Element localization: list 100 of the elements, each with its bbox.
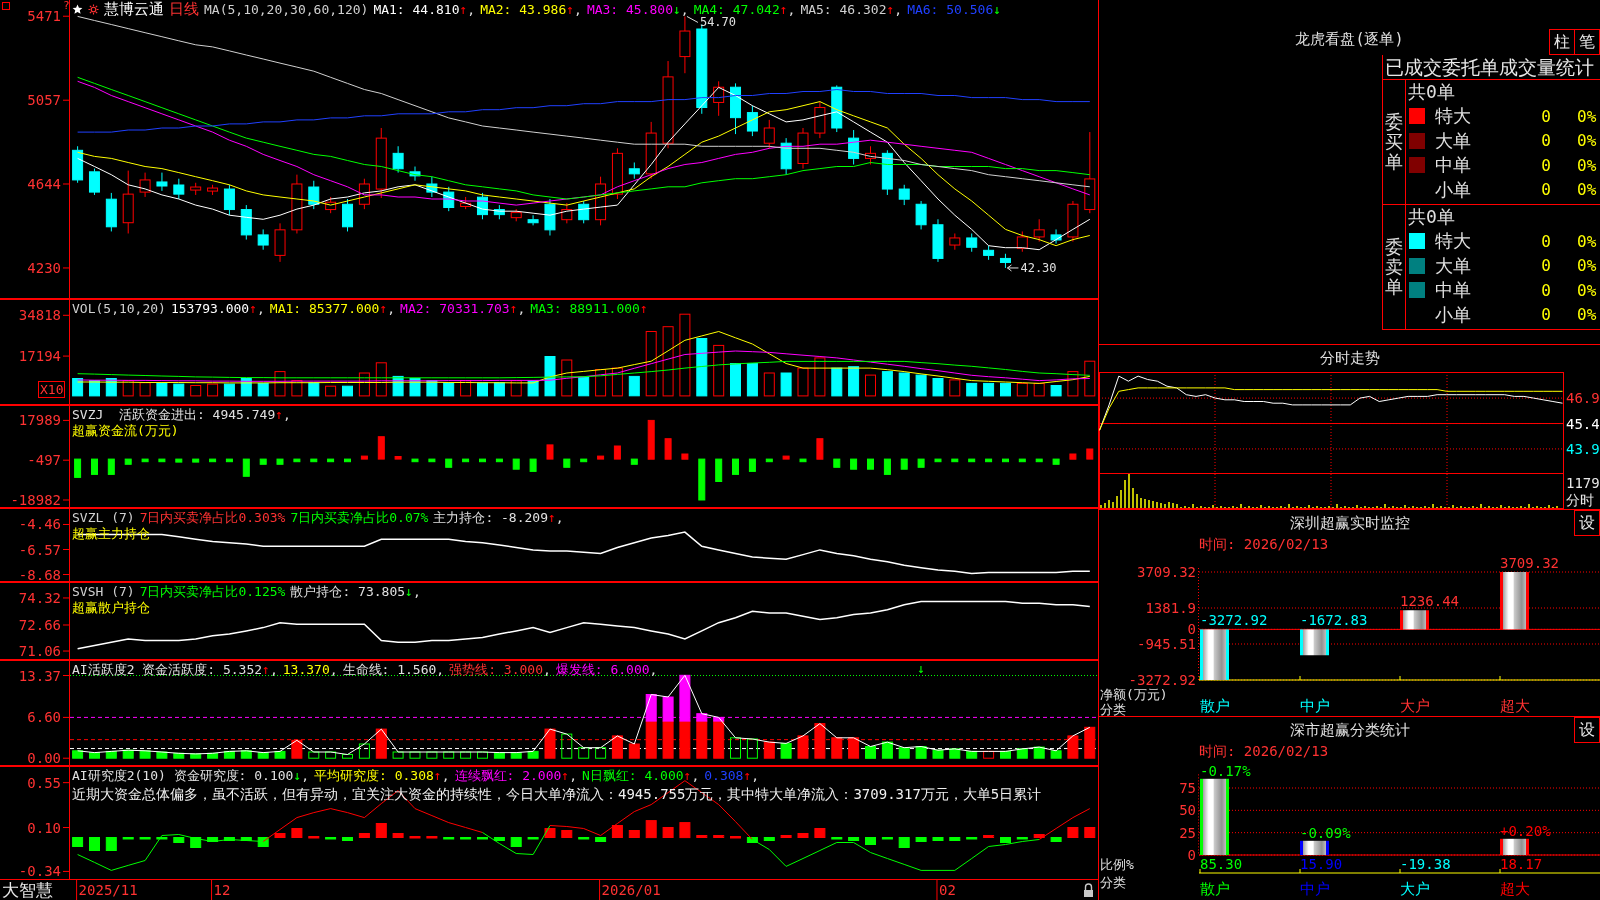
mode-button[interactable]: 柱 bbox=[1549, 29, 1575, 55]
candle bbox=[173, 178, 185, 200]
bar-value: -1672.83 bbox=[1300, 612, 1368, 629]
legend-value: MA3: 88911.000 bbox=[530, 301, 640, 316]
legend-value: 散户持仓: 73.805 bbox=[290, 584, 406, 599]
candle bbox=[207, 184, 219, 196]
legend-comma: , bbox=[269, 662, 278, 677]
legend-value: 0.308 bbox=[704, 768, 744, 783]
legend-value: 慧博云通 bbox=[104, 2, 164, 17]
candle bbox=[848, 129, 860, 165]
ratio-value: 18.17 bbox=[1500, 856, 1543, 872]
legend-comma: , bbox=[301, 768, 310, 783]
order-count: 0 bbox=[1540, 180, 1551, 200]
trend-arrow: ↑ bbox=[779, 2, 788, 17]
order-share: 0% bbox=[1577, 106, 1597, 126]
section-title: 深圳超赢实时监控 bbox=[1289, 513, 1410, 533]
candle bbox=[814, 101, 826, 139]
candle bbox=[291, 174, 303, 234]
legend-comma: , bbox=[467, 2, 476, 17]
order-share: 0% bbox=[1577, 180, 1597, 200]
candle bbox=[915, 200, 927, 230]
candle bbox=[881, 149, 893, 196]
order-count: 0 bbox=[1540, 256, 1551, 276]
order-share: 0% bbox=[1577, 131, 1597, 151]
legend-value: 平均研究度: 0.308 bbox=[314, 768, 434, 783]
ratio-value: 15.90 bbox=[1300, 856, 1343, 872]
legend-comma: , bbox=[894, 2, 903, 17]
legend-value: MA1: 85377.000 bbox=[269, 301, 380, 316]
legend-comma: , bbox=[574, 2, 582, 17]
square-icon bbox=[2, 2, 10, 10]
candle bbox=[308, 180, 320, 210]
legend-comma: , bbox=[517, 301, 526, 316]
trend-arrow: ↑ bbox=[379, 301, 388, 316]
axis-label: 0 bbox=[1187, 847, 1196, 863]
legend-value: 爆发线: 6.000 bbox=[555, 662, 650, 677]
legend-value: 日线 bbox=[169, 2, 199, 17]
legend-comma: , bbox=[257, 301, 265, 316]
size-label: 中单 bbox=[1435, 153, 1472, 178]
candle bbox=[831, 84, 843, 133]
trend-arrow: ↑ bbox=[275, 407, 284, 422]
order-share: 0% bbox=[1577, 280, 1597, 300]
candle bbox=[240, 204, 252, 241]
candle bbox=[797, 127, 809, 170]
legend-value: 生命线: 1.560 bbox=[342, 662, 437, 677]
net-amount-bar bbox=[1300, 629, 1329, 656]
axis-label: 50 bbox=[1179, 802, 1196, 819]
legend-value: AI活跃度2 资金活跃度: 5.352 bbox=[72, 662, 263, 677]
trend-arrow: ↑ bbox=[639, 301, 648, 316]
candle bbox=[595, 176, 607, 226]
order-count: 0 bbox=[1540, 155, 1551, 175]
category-label: 大户 bbox=[1400, 880, 1430, 898]
unit-label: 分时 bbox=[1566, 492, 1594, 508]
sun-icon bbox=[88, 4, 99, 15]
candle bbox=[561, 202, 573, 224]
section-title: 分时走势 bbox=[1319, 349, 1380, 368]
axis-label: 1381.9 bbox=[1145, 600, 1196, 616]
order-count: 0 bbox=[1540, 131, 1551, 151]
axis-label: 25 bbox=[1179, 824, 1196, 841]
candle bbox=[865, 145, 876, 165]
trend-arrow: ↑ bbox=[561, 768, 570, 783]
axis-label: 17194 bbox=[18, 348, 61, 365]
settings-button[interactable]: 设 bbox=[1574, 510, 1600, 536]
brand-label: 大智慧 bbox=[2, 880, 53, 900]
bar-value: 1236.44 bbox=[1400, 593, 1459, 610]
candle bbox=[409, 166, 421, 182]
candle bbox=[999, 253, 1011, 269]
axis-label: 0 bbox=[1187, 621, 1196, 638]
candle bbox=[443, 186, 455, 212]
legend-comma: , bbox=[542, 662, 551, 677]
category-label: 超大 bbox=[1500, 880, 1530, 898]
candle bbox=[544, 198, 556, 236]
legend-comma: , bbox=[387, 301, 396, 316]
axis-label: -3272.92 bbox=[1128, 672, 1196, 688]
bar-value: -3272.92 bbox=[1200, 612, 1268, 629]
date-label: 12 bbox=[213, 882, 231, 898]
ratio-value: 85.30 bbox=[1200, 856, 1243, 872]
axis-label: -18982 bbox=[10, 492, 61, 508]
legend-value: MA4: 47.042 bbox=[693, 2, 780, 17]
mode-button[interactable]: 笔 bbox=[1574, 29, 1600, 55]
category-label: 大户 bbox=[1400, 697, 1430, 715]
legend-value: MA3: 45.800 bbox=[586, 2, 673, 17]
candle bbox=[1033, 218, 1045, 243]
date-text: 时间: 2026/02/13 bbox=[1199, 743, 1329, 761]
net-amount-bar bbox=[1400, 610, 1429, 630]
axis-label: 71.06 bbox=[18, 643, 61, 660]
candle bbox=[983, 245, 995, 261]
order-total: 共0单 bbox=[1407, 205, 1455, 229]
trend-arrow: ↑ bbox=[459, 2, 468, 17]
trend-arrow: ↑ bbox=[683, 768, 692, 783]
axis-label: 6.60 bbox=[27, 709, 61, 726]
legend-comma: , bbox=[436, 662, 445, 677]
settings-button[interactable]: 设 bbox=[1574, 717, 1600, 743]
bar-value: 3709.32 bbox=[1500, 555, 1559, 571]
legend-value: 7日内买卖净占比0.07% bbox=[290, 510, 429, 525]
legend-value: 13.370 bbox=[282, 662, 330, 677]
candle bbox=[949, 233, 961, 251]
axis-label: 5057 bbox=[27, 92, 61, 109]
size-label: 大单 bbox=[1435, 253, 1472, 278]
candle bbox=[763, 119, 775, 149]
order-share: 0% bbox=[1577, 256, 1597, 276]
